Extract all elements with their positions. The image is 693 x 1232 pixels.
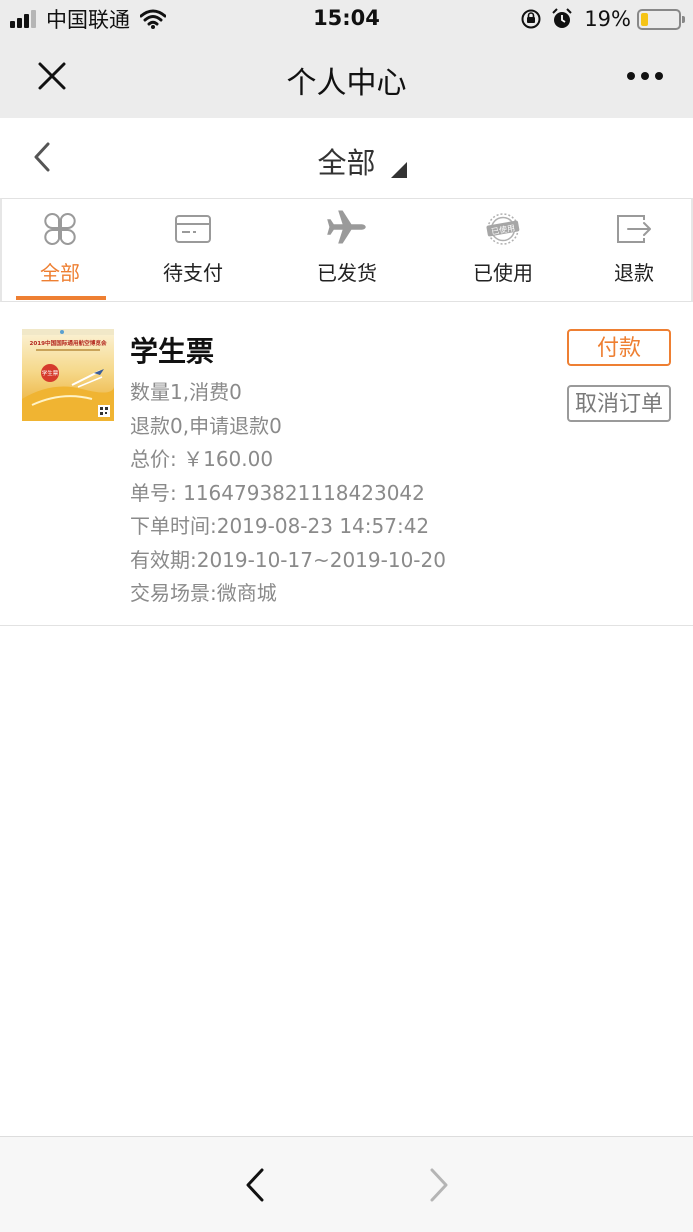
exit-arrow-icon <box>617 215 651 243</box>
pay-button[interactable]: 付款 <box>567 329 671 366</box>
tab-shipped[interactable]: 已发货 <box>280 199 414 301</box>
battery-fill <box>641 12 648 26</box>
order-number: 单号: 1164793821118423042 <box>130 481 425 505</box>
navigation-bar: 个人中心 <box>0 38 693 118</box>
active-tab-indicator <box>16 296 106 300</box>
forward-arrow-icon[interactable] <box>428 1167 450 1203</box>
back-arrow-icon[interactable] <box>244 1167 266 1203</box>
refund-line: 退款0,申请退款0 <box>130 414 282 438</box>
thumbnail-heading: 2019中国国际通用航空博览会 <box>29 339 107 347</box>
card-icon <box>175 215 211 243</box>
page-header: 全部 <box>0 118 693 198</box>
used-stamp-icon: 已使用 <box>486 213 520 245</box>
bottom-toolbar <box>0 1136 693 1232</box>
product-thumbnail[interactable]: 2019中国国际通用航空博览会 学生票 <box>22 329 114 421</box>
dropdown-caret-icon[interactable] <box>391 162 407 178</box>
tab-label: 已发货 <box>317 261 377 285</box>
tab-label: 退款 <box>614 261 654 285</box>
cancel-order-button[interactable]: 取消订单 <box>567 385 671 422</box>
transaction-scene: 交易场景:微商城 <box>130 581 277 605</box>
battery-percent: 19% <box>584 7 631 31</box>
nav-title: 个人中心 <box>286 66 407 101</box>
battery-icon <box>637 8 685 30</box>
filter-title[interactable]: 全部 <box>0 140 693 182</box>
status-right: 19% <box>520 6 685 32</box>
validity-period: 有效期:2019-10-17~2019-10-20 <box>130 548 446 572</box>
tab-label: 全部 <box>40 261 80 285</box>
tab-used[interactable]: 已使用 已使用 <box>436 199 570 301</box>
tab-label: 已使用 <box>473 261 533 285</box>
alarm-icon <box>552 8 573 28</box>
product-title: 学生票 <box>130 335 215 368</box>
tab-label: 待支付 <box>163 261 223 285</box>
tab-all[interactable]: 全部 <box>2 199 118 301</box>
thumbnail-badge: 学生票 <box>42 369 59 377</box>
more-icon[interactable] <box>621 72 663 80</box>
quantity-line: 数量1,消费0 <box>130 380 242 404</box>
order-card[interactable]: 2019中国国际通用航空博览会 学生票 学生票 数量1,消费0 退款0,申请退款… <box>0 302 693 626</box>
total-price: 总价: ￥160.00 <box>130 447 274 471</box>
order-status-tabs: 全部 待支付 已发货 已使用 已使用 退款 <box>0 198 693 302</box>
rotation-lock-icon <box>521 9 541 29</box>
status-bar: 中国联通 15:04 19% <box>0 0 693 38</box>
tab-pending-payment[interactable]: 待支付 <box>126 199 260 301</box>
order-time: 下单时间:2019-08-23 14:57:42 <box>130 514 430 538</box>
airplane-icon <box>327 210 366 244</box>
tab-refund[interactable]: 退款 <box>576 199 692 301</box>
four-petal-icon <box>44 213 76 245</box>
